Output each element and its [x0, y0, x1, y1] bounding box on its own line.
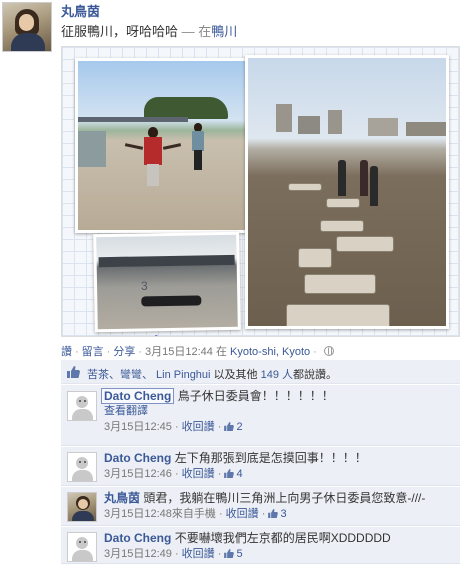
commenter-avatar[interactable]: [67, 492, 97, 522]
photo-lying-on-ground[interactable]: [93, 231, 241, 333]
comment-body: Dato Cheng 左下角那張到底是怎摸回事！！！！ 3月15日12:46 ·…: [104, 451, 454, 481]
commenter-name[interactable]: Dato Cheng: [104, 451, 171, 465]
commenter-avatar[interactable]: [67, 452, 97, 482]
comment-timestamp[interactable]: 3月15日12:46: [104, 468, 172, 480]
comment-text: 不要嚇壞我們左京都的居民啊XDDDDDD: [174, 531, 391, 545]
post-action-bar: 讚 · 留言 · 分享 · 3月15日12:44 在 Kyoto-shi, Kyoto ·: [61, 343, 334, 359]
comment-item: 丸鳥茵 頭君，我躺在鴨川三角洲上向男子休日委員您致意-///- 3月15日12:…: [61, 486, 460, 526]
like-count-icon: [224, 469, 235, 478]
feedback-area: 苦茶、彎彎、 Lin Pinghui 以及其他 149 人都說讚。 Dato C…: [61, 360, 460, 564]
unlike-link[interactable]: 收回讚: [182, 421, 215, 433]
comment-item: Dato Cheng 不要嚇壞我們左京都的居民啊XDDDDDD 3月15日12:…: [61, 526, 460, 564]
comment-body: Dato Cheng 鳥子休日委員會！！！！！！ 查看翻譯 3月15日12:45…: [101, 388, 454, 434]
likes-suffix: 都說讚。: [293, 369, 338, 381]
liker-names[interactable]: 苦茶、彎彎、 Lin Pinghui: [87, 369, 211, 381]
post-message: 征服鴨川，呀哈哈哈: [61, 24, 179, 39]
like-count[interactable]: 4: [236, 468, 242, 480]
like-count[interactable]: 3: [280, 508, 286, 520]
commenter-name[interactable]: 丸鳥茵: [104, 491, 140, 505]
comment-item: Dato Cheng 鳥子休日委員會！！！！！！ 查看翻譯 3月15日12:45…: [61, 384, 460, 446]
location-separator: — 在: [178, 24, 212, 39]
unlike-link[interactable]: 收回讚: [226, 508, 259, 520]
comment-meta: 3月15日12:45 · 收回讚 · 2: [104, 421, 243, 433]
place-prefix: 在: [215, 346, 227, 358]
location-link[interactable]: 鴨川: [211, 24, 237, 39]
comment-text: 頭君，我躺在鴨川三角洲上向男子休日委員您致意-///-: [143, 491, 426, 505]
likes-summary: 苦茶、彎彎、 Lin Pinghui 以及其他 149 人都說讚。: [61, 360, 460, 384]
commenter-name[interactable]: Dato Cheng: [104, 531, 171, 545]
comment-via: 來自手機: [171, 508, 216, 520]
comment-link[interactable]: 留言: [82, 346, 104, 358]
photo-stepping-stones[interactable]: [245, 55, 449, 329]
like-count[interactable]: 2: [236, 421, 242, 433]
globe-icon[interactable]: [323, 346, 334, 356]
see-translation-link[interactable]: 查看翻譯: [104, 404, 454, 418]
post-timestamp[interactable]: 3月15日12:44: [145, 346, 213, 358]
post-author-name[interactable]: 丸鳥茵: [61, 1, 100, 20]
like-count-icon: [224, 422, 235, 431]
comment-body: Dato Cheng 不要嚇壞我們左京都的居民啊XDDDDDD 3月15日12:…: [104, 531, 454, 561]
comment-body: 丸鳥茵 頭君，我躺在鴨川三角洲上向男子休日委員您致意-///- 3月15日12:…: [104, 491, 454, 521]
commenter-name[interactable]: Dato Cheng: [101, 388, 175, 404]
gem-doodle-icon: [154, 335, 159, 336]
other-likers-link[interactable]: 149 人: [261, 369, 293, 381]
like-count-icon: [224, 549, 235, 558]
commenter-avatar[interactable]: [67, 391, 97, 421]
comment-text: 左下角那張到底是怎摸回事！！！！: [174, 451, 367, 465]
comment-timestamp[interactable]: 3月15日12:45: [104, 421, 172, 433]
like-count-icon: [268, 509, 279, 518]
share-link[interactable]: 分享: [113, 346, 135, 358]
comment-timestamp[interactable]: 3月15日12:49: [104, 548, 172, 560]
unlike-link[interactable]: 收回讚: [182, 468, 215, 480]
post-text: 征服鴨川，呀哈哈哈 — 在鴨川: [61, 21, 237, 40]
comment-timestamp[interactable]: 3月15日12:48: [104, 508, 172, 520]
unlike-link[interactable]: 收回讚: [182, 548, 215, 560]
like-thumb-icon: [67, 366, 80, 378]
collage-page-number: 3: [141, 279, 148, 293]
comment-text: 鳥子休日委員會！！！！！！: [177, 389, 334, 403]
commenter-avatar[interactable]: [67, 532, 97, 562]
like-link[interactable]: 讚: [61, 346, 72, 358]
comment-meta: 3月15日12:46 · 收回讚 · 4: [104, 468, 243, 480]
comment-meta: 3月15日12:48來自手機 · 收回讚 · 3: [104, 508, 287, 520]
photo-collage[interactable]: 3: [61, 46, 460, 337]
likes-connector: 以及其他: [213, 369, 258, 381]
comment-item: Dato Cheng 左下角那張到底是怎摸回事！！！！ 3月15日12:46 ·…: [61, 446, 460, 486]
like-count[interactable]: 5: [236, 548, 242, 560]
place-link[interactable]: Kyoto-shi, Kyoto: [230, 346, 310, 358]
comment-meta: 3月15日12:49 · 收回讚 · 5: [104, 548, 243, 560]
post-author-avatar[interactable]: [2, 2, 52, 52]
photo-river-bank[interactable]: [75, 58, 259, 233]
